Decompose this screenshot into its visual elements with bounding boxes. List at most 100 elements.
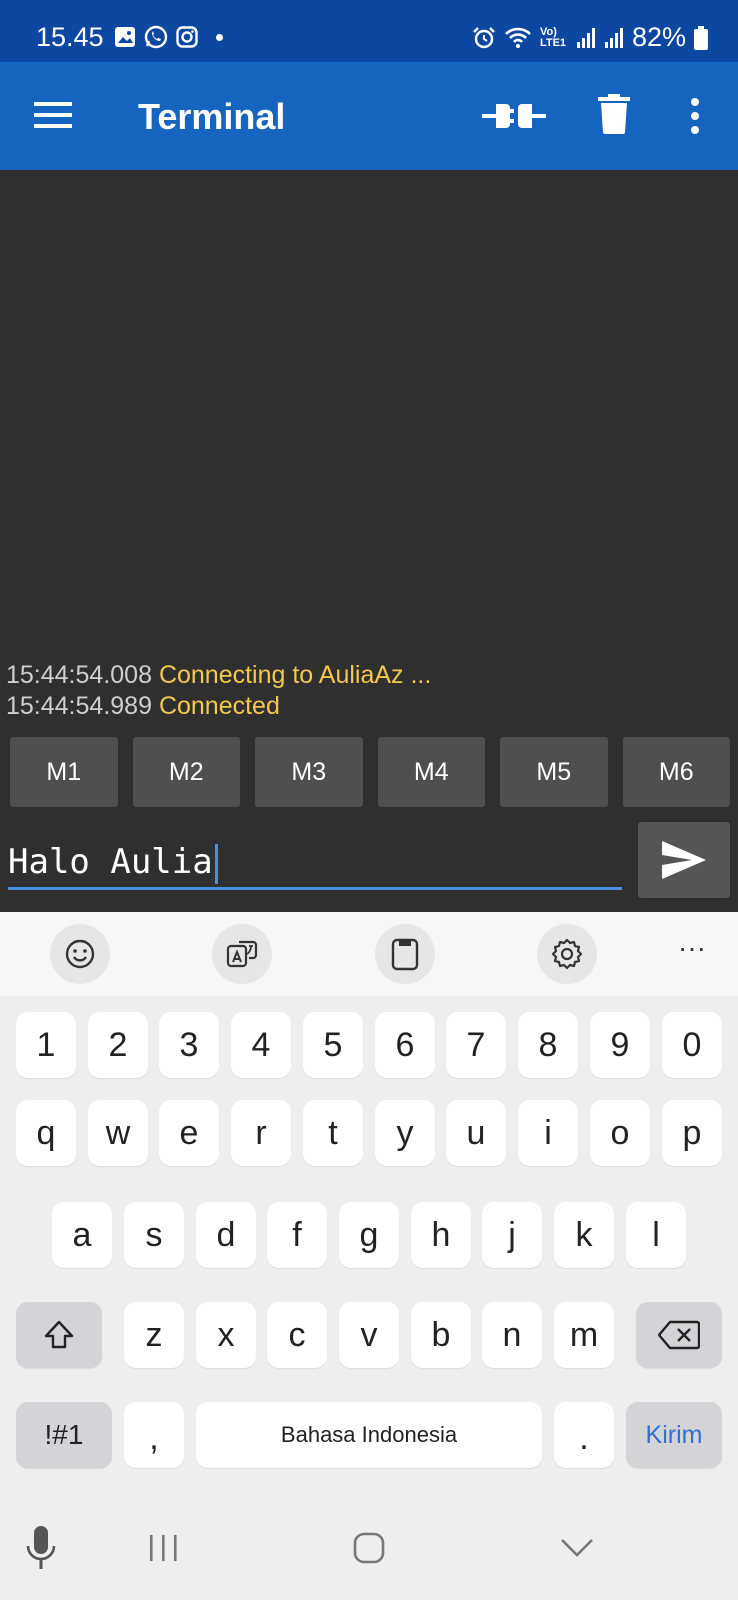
gallery-icon	[115, 27, 135, 47]
status-time: 15.45	[36, 22, 104, 52]
volte-icon: Vo) LTE1	[539, 25, 567, 49]
key-z[interactable]: z	[124, 1302, 184, 1368]
key-s[interactable]: s	[124, 1202, 184, 1268]
macro-button-m2[interactable]: M2	[132, 737, 240, 807]
symbols-key[interactable]: !#1	[16, 1402, 112, 1468]
macro-button-m3[interactable]: M3	[255, 737, 363, 807]
key-a[interactable]: a	[52, 1202, 112, 1268]
log-line: 15:44:54.989 Connected	[6, 691, 431, 722]
home-button[interactable]	[353, 1532, 385, 1569]
hide-keyboard-icon	[561, 1539, 593, 1557]
log-timestamp: 15:44:54.989	[6, 692, 152, 720]
emoji-button[interactable]	[50, 924, 110, 984]
key-2[interactable]: 2	[88, 1012, 148, 1078]
key-r[interactable]: r	[231, 1100, 291, 1166]
key-p[interactable]: p	[662, 1100, 722, 1166]
terminal-output[interactable]: 15:44:54.008 Connecting to AuliaAz ... 1…	[0, 170, 738, 730]
whatsapp-icon	[144, 25, 168, 49]
key-g[interactable]: g	[339, 1202, 399, 1268]
clipboard-icon	[391, 938, 419, 971]
key-w[interactable]: w	[88, 1100, 148, 1166]
system-icons: Vo) LTE1 82%	[472, 22, 708, 53]
status-bar: 15.45 Vo) LTE1 82%	[0, 0, 738, 62]
connect-icon[interactable]	[482, 96, 546, 136]
space-key[interactable]: Bahasa Indonesia	[196, 1402, 542, 1468]
page-title: Terminal	[138, 96, 286, 137]
macro-buttons: M1 M2 M3 M4 M5 M6	[10, 737, 730, 807]
key-y[interactable]: y	[375, 1100, 435, 1166]
key-m[interactable]: m	[554, 1302, 614, 1368]
navigation-bar	[0, 1500, 738, 1600]
recents-button[interactable]	[148, 1534, 178, 1567]
key-x[interactable]: x	[196, 1302, 256, 1368]
key-b[interactable]: b	[411, 1302, 471, 1368]
comma-key[interactable]: ,	[124, 1402, 184, 1468]
key-u[interactable]: u	[446, 1100, 506, 1166]
key-5[interactable]: 5	[303, 1012, 363, 1078]
key-7[interactable]: 7	[446, 1012, 506, 1078]
key-8[interactable]: 8	[518, 1012, 578, 1078]
send-bar: Halo Aulia	[0, 816, 738, 912]
text-cursor	[214, 843, 218, 884]
recents-icon	[150, 1535, 177, 1561]
log-timestamp: 15:44:54.008	[6, 661, 152, 689]
macro-button-m5[interactable]: M5	[500, 737, 608, 807]
message-input[interactable]: Halo Aulia	[8, 836, 622, 890]
key-o[interactable]: o	[590, 1100, 650, 1166]
settings-button[interactable]	[537, 924, 597, 984]
send-button[interactable]	[638, 822, 730, 898]
terminal-log: 15:44:54.008 Connecting to AuliaAz ... 1…	[6, 660, 431, 722]
signal-icon	[576, 27, 595, 48]
notification-icons	[114, 25, 223, 49]
message-input-text: Halo Aulia	[8, 842, 213, 882]
voice-input-button[interactable]	[26, 1526, 56, 1577]
more-notifications-dot	[216, 33, 223, 41]
translate-button[interactable]	[212, 924, 272, 984]
period-key[interactable]: .	[554, 1402, 614, 1468]
send-icon	[662, 841, 706, 879]
translate-icon	[226, 940, 258, 968]
key-e[interactable]: e	[159, 1100, 219, 1166]
wifi-icon	[505, 27, 531, 48]
key-n[interactable]: n	[482, 1302, 542, 1368]
key-9[interactable]: 9	[590, 1012, 650, 1078]
home-icon	[353, 1532, 385, 1564]
keyboard-toolbar: ···	[0, 912, 738, 996]
shift-key[interactable]	[16, 1302, 102, 1368]
key-f[interactable]: f	[267, 1202, 327, 1268]
macro-button-m6[interactable]: M6	[622, 737, 730, 807]
key-v[interactable]: v	[339, 1302, 399, 1368]
more-vert-icon[interactable]	[688, 96, 702, 136]
backspace-key[interactable]	[636, 1302, 722, 1368]
key-d[interactable]: d	[196, 1202, 256, 1268]
more-horiz-icon[interactable]: ···	[672, 932, 712, 972]
key-q[interactable]: q	[16, 1100, 76, 1166]
hide-keyboard-button[interactable]	[560, 1538, 594, 1563]
shift-icon	[44, 1320, 74, 1349]
key-0[interactable]: 0	[662, 1012, 722, 1078]
backspace-icon	[658, 1320, 700, 1350]
key-4[interactable]: 4	[231, 1012, 291, 1078]
menu-icon[interactable]	[34, 100, 72, 130]
key-k[interactable]: k	[554, 1202, 614, 1268]
app-bar: Terminal	[0, 62, 738, 170]
key-i[interactable]: i	[518, 1100, 578, 1166]
send-key[interactable]: Kirim	[626, 1402, 722, 1468]
key-1[interactable]: 1	[16, 1012, 76, 1078]
key-h[interactable]: h	[411, 1202, 471, 1268]
settings-icon	[551, 938, 583, 970]
key-c[interactable]: c	[267, 1302, 327, 1368]
emoji-icon	[65, 939, 95, 969]
key-l[interactable]: l	[626, 1202, 686, 1268]
macro-button-m4[interactable]: M4	[377, 737, 485, 807]
instagram-icon	[176, 26, 198, 48]
signal-icon	[604, 27, 623, 48]
key-6[interactable]: 6	[375, 1012, 435, 1078]
key-3[interactable]: 3	[159, 1012, 219, 1078]
key-j[interactable]: j	[482, 1202, 542, 1268]
macro-button-m1[interactable]: M1	[10, 737, 118, 807]
clipboard-button[interactable]	[375, 924, 435, 984]
key-t[interactable]: t	[303, 1100, 363, 1166]
delete-icon[interactable]	[598, 94, 630, 134]
log-line: 15:44:54.008 Connecting to AuliaAz ...	[6, 660, 431, 691]
